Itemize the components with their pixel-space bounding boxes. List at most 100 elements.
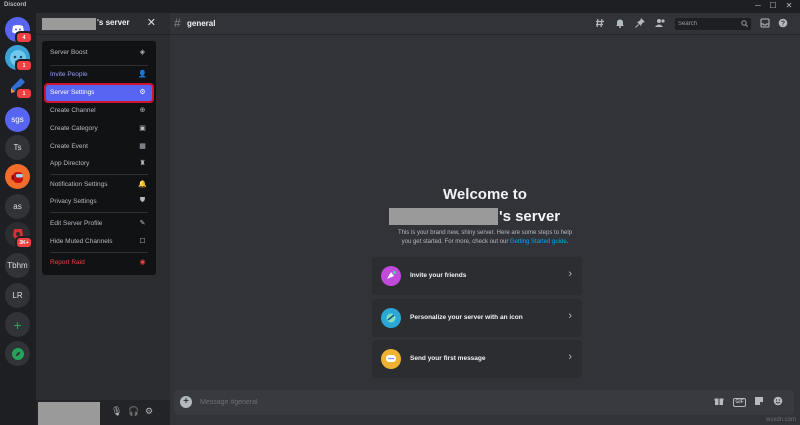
- close-window-button[interactable]: ✕: [783, 1, 795, 10]
- chevron-right-icon: ›: [568, 268, 572, 280]
- search-input[interactable]: [678, 19, 736, 29]
- shield-icon: ⛊: [139, 197, 146, 204]
- menu-item-create-event[interactable]: Create Event ▦: [46, 139, 152, 155]
- menu-item-privacy-settings[interactable]: Privacy Settings ⛊: [46, 194, 152, 210]
- menu-item-label: Privacy Settings: [50, 198, 97, 205]
- report-raid-icon: ◉: [139, 259, 146, 266]
- redacted-username: [389, 208, 498, 225]
- server-red[interactable]: 3K+: [5, 222, 33, 249]
- invite-person-icon: 👤: [138, 71, 147, 78]
- notification-badge: 3K+: [15, 236, 33, 249]
- invite-friends-icon: [381, 266, 401, 286]
- members-icon[interactable]: [655, 18, 666, 30]
- personalize-icon: [381, 308, 401, 328]
- threads-icon[interactable]: [596, 18, 606, 30]
- bell-icon[interactable]: [615, 18, 625, 30]
- welcome-server-suffix: 's server: [499, 208, 561, 225]
- search-bar[interactable]: [675, 18, 751, 30]
- microphone-icon[interactable]: 🎙: [111, 406, 122, 417]
- gif-button[interactable]: GIF: [733, 398, 746, 407]
- chat-area: # general ?: [170, 13, 800, 425]
- server-among-us[interactable]: [5, 164, 30, 189]
- menu-divider: [50, 212, 148, 213]
- menu-item-app-directory[interactable]: App Directory ♜: [46, 156, 152, 172]
- maximize-button[interactable]: ☐: [767, 1, 779, 10]
- personalize-server-card[interactable]: Personalize your server with an icon ›: [372, 299, 582, 337]
- attach-plus-button[interactable]: +: [180, 396, 192, 408]
- close-icon[interactable]: ✕: [147, 16, 156, 29]
- folder-plus-icon: ▣: [139, 125, 146, 132]
- emoji-icon[interactable]: [773, 396, 783, 408]
- menu-item-label: Server Settings: [50, 89, 95, 96]
- help-icon[interactable]: ?: [778, 18, 788, 30]
- send-first-message-card[interactable]: Send your first message ›: [372, 340, 582, 378]
- chevron-right-icon: ›: [568, 310, 572, 322]
- card-label: Personalize your server with an icon: [410, 314, 523, 321]
- menu-item-create-category[interactable]: Create Category ▣: [46, 121, 152, 137]
- invite-friends-card[interactable]: Invite your friends ›: [372, 257, 582, 295]
- menu-item-label: Invite People: [50, 71, 88, 78]
- menu-item-server-settings[interactable]: Server Settings ⚙: [44, 83, 154, 103]
- menu-item-label: Server Boost: [50, 49, 88, 56]
- menu-item-hide-muted-channels[interactable]: Hide Muted Channels ☐: [46, 234, 152, 250]
- hashtag-icon: #: [174, 16, 181, 30]
- welcome-server-line: 's server: [170, 208, 800, 226]
- search-icon: [741, 18, 748, 29]
- menu-item-edit-server-profile[interactable]: Edit Server Profile ✎: [46, 216, 152, 232]
- welcome-heading: Welcome to: [443, 186, 527, 203]
- menu-item-label: App Directory: [50, 160, 90, 167]
- welcome-description-line: you get started. For more, check out our…: [170, 238, 800, 247]
- getting-started-link[interactable]: Getting Started guide: [510, 239, 567, 245]
- discord-app: Discord ─ ☐ ✕ 4 1 1 sgs Ts as 3K+ Tbhm L…: [0, 0, 800, 425]
- menu-item-notification-settings[interactable]: Notification Settings 🔔: [46, 177, 152, 193]
- explore-servers-button[interactable]: [5, 341, 30, 366]
- gift-icon[interactable]: [714, 396, 724, 408]
- sticker-icon[interactable]: [754, 396, 764, 408]
- home-button[interactable]: 4: [5, 17, 33, 44]
- title-bar: Discord ─ ☐ ✕: [0, 0, 800, 13]
- menu-divider: [50, 252, 148, 253]
- redacted-server-name: [42, 18, 96, 30]
- menu-divider: [50, 65, 148, 66]
- notification-badge: 4: [15, 31, 33, 44]
- server-ts[interactable]: Ts: [5, 135, 30, 160]
- headphones-icon[interactable]: 🎧: [128, 406, 139, 417]
- channel-name: general: [187, 19, 216, 28]
- menu-item-label: Create Category: [50, 125, 98, 132]
- among-us-server-icon: [11, 171, 23, 183]
- notification-badge: 1: [15, 59, 33, 72]
- watermark: wsxdn.com: [765, 417, 796, 423]
- server-lr[interactable]: LR: [5, 283, 30, 308]
- add-server-button[interactable]: +: [5, 312, 30, 337]
- menu-item-label: Create Event: [50, 143, 88, 150]
- server-icon-arrow[interactable]: 1: [5, 73, 33, 100]
- menu-item-label: Notification Settings: [50, 181, 108, 188]
- server-as[interactable]: as: [5, 194, 30, 219]
- channel-header: # general ?: [170, 13, 800, 35]
- menu-item-create-channel[interactable]: Create Channel ⊕: [46, 103, 152, 119]
- pin-icon[interactable]: [635, 18, 645, 30]
- menu-item-invite-people[interactable]: Invite People 👤: [46, 67, 152, 83]
- server-icon-blue[interactable]: 1: [5, 45, 33, 72]
- robot-icon: ♜: [139, 160, 146, 167]
- boost-icon: ◈: [139, 49, 146, 56]
- user-settings-gear-icon[interactable]: ⚙: [145, 406, 153, 417]
- server-tbhm[interactable]: Tbhm: [5, 253, 30, 278]
- minimize-button[interactable]: ─: [752, 1, 764, 10]
- checkbox-icon[interactable]: ☐: [138, 237, 147, 245]
- inbox-icon[interactable]: [760, 18, 770, 30]
- server-name-suffix: 's server: [97, 18, 130, 27]
- menu-item-label: Report Raid: [50, 259, 85, 266]
- card-label: Invite your friends: [410, 272, 467, 279]
- menu-divider: [50, 174, 148, 175]
- menu-item-server-boost[interactable]: Server Boost ◈: [46, 45, 152, 61]
- server-dropdown-menu: Server Boost ◈ Invite People 👤 Server Se…: [42, 41, 156, 275]
- server-sgs[interactable]: sgs: [5, 107, 30, 132]
- menu-item-label: Edit Server Profile: [50, 220, 103, 227]
- plus-circle-icon: ⊕: [139, 107, 146, 114]
- card-label: Send your first message: [410, 355, 486, 362]
- menu-item-report-raid[interactable]: Report Raid ◉: [46, 255, 152, 271]
- server-header[interactable]: 's server ✕: [36, 13, 170, 35]
- message-input[interactable]: [200, 397, 680, 408]
- pencil-icon: ✎: [139, 220, 146, 227]
